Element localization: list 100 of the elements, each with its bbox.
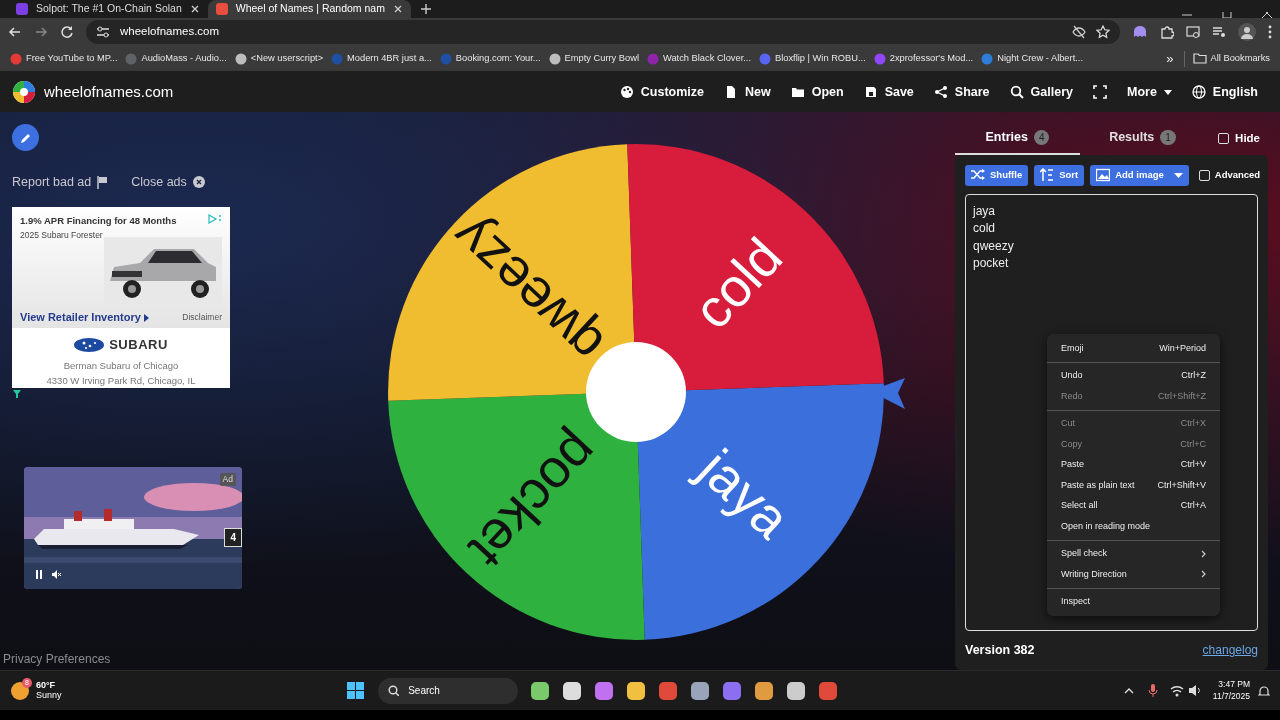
wheel-slice[interactable] [636,383,884,640]
wheel-slice[interactable] [388,144,636,401]
back-icon[interactable] [8,25,22,39]
privacy-link[interactable]: Privacy Preferences [3,650,250,668]
bookmark[interactable]: Free YouTube to MP... [6,51,122,66]
bookmark[interactable]: Bloxflip | Win ROBU... [755,51,870,66]
bookmark[interactable]: Watch Black Clover... [643,51,755,66]
address-bar[interactable]: wheelofnames.com [86,20,1120,44]
bookmark[interactable]: 2xprofessor's Mod... [869,51,978,66]
folder-icon [790,85,805,99]
search-icon [1009,85,1024,99]
close-ads-link[interactable]: Close ads [131,173,187,192]
menu-item[interactable]: Emoji Win+Period [1047,338,1220,359]
ad-banner[interactable]: 1.9% APR Financing for 48 Months 2025 Subaru Forester View Retailer Inventory Disclaimer SUBARU Berman Subaru of Chicago 4330 W Irving Park Rd, Chicago, IL [12,206,230,388]
advanced-checkbox[interactable]: Advanced [1198,168,1261,183]
site-settings-icon[interactable] [96,25,110,39]
menu-item[interactable]: Inspect [1047,591,1220,612]
mute-icon[interactable] [52,569,61,579]
palette-icon [619,85,634,99]
star-icon[interactable] [1096,25,1110,39]
kebab-menu-icon[interactable] [1268,25,1272,39]
nav-menu-button[interactable]: Gallery [999,82,1083,102]
edit-button[interactable] [12,124,39,151]
windows-icon[interactable] [347,682,365,699]
report-ad-link[interactable]: Report bad ad [12,173,92,192]
nav-menu-button[interactable]: Share [923,82,1000,102]
speaker-icon[interactable] [1188,684,1201,697]
bookmark[interactable]: Empty Curry Bowl [544,51,643,66]
sun-icon [10,680,30,701]
app-icon[interactable] [626,680,647,701]
pause-icon[interactable] [36,569,42,579]
playlist-icon[interactable] [1212,25,1226,39]
hide-checkbox[interactable]: Hide [1218,129,1260,147]
folder-icon [1192,52,1207,65]
menu-item[interactable]: Select all Ctrl+A [1047,495,1220,516]
chevron-up-icon[interactable] [1123,686,1134,695]
site-logo[interactable]: wheelofnames.com [44,80,174,104]
shuffle-icon [971,168,985,183]
ad-cta-link[interactable]: View Retailer Inventory [20,309,149,326]
app-icon[interactable] [594,680,615,701]
changelog-link[interactable]: changelog [1202,641,1258,660]
wheel-slice[interactable] [388,392,645,640]
close-circle-icon[interactable] [192,176,205,189]
bookmark[interactable]: <New userscript> [230,51,328,66]
toolbar-button[interactable]: Add image [1090,164,1189,186]
nav-menu-button[interactable]: New [713,82,781,102]
browser-tab[interactable]: Solpot: The #1 On-Chain Solan [8,0,208,18]
video-ad[interactable]: Ad 4 [24,466,242,589]
menu-item[interactable]: Writing Direction [1047,564,1220,585]
taskbar-search[interactable]: Search [378,677,519,704]
new-tab-icon[interactable] [420,4,431,14]
bookmark[interactable]: Modern 4BR just a... [327,51,436,66]
more-bookmarks-button[interactable]: » [1160,48,1180,69]
bookmark[interactable]: Booking.com: Your... [435,51,545,66]
app-icon[interactable] [562,680,583,701]
puzzle-icon[interactable] [1160,25,1174,39]
browser-tab[interactable]: Wheel of Names | Random nam [207,0,411,18]
globe-icon [1191,85,1206,99]
menu-item[interactable]: Paste Ctrl+V [1047,454,1220,475]
bookmark[interactable]: Night Crew - Albert... [977,51,1087,66]
app-icon[interactable] [786,680,807,701]
weather-condition: Sunny [36,690,62,701]
nav-menu-button[interactable]: More [1116,82,1182,102]
nav-menu-button[interactable]: Open [780,82,854,102]
avatar-icon[interactable] [1238,23,1256,41]
flag-icon [97,175,108,189]
panel-tab[interactable]: Results 1 [1080,122,1205,155]
disclaimer-link[interactable]: Disclaimer [182,311,222,324]
minimize-icon[interactable] [1182,12,1192,18]
app-icon[interactable] [690,680,711,701]
nav-menu-button[interactable]: Save [853,82,924,102]
menu-item[interactable]: Open in reading mode [1047,516,1220,537]
microphone-icon[interactable] [1147,684,1158,697]
nav-menu-button[interactable]: English [1181,82,1268,102]
wifi-icon[interactable] [1169,684,1184,697]
caret-icon [1163,89,1172,95]
pencil-icon [19,131,32,144]
eye-slash-icon[interactable] [1072,25,1086,39]
app-icon[interactable] [754,680,775,701]
menu-item[interactable]: Undo Ctrl+Z [1047,365,1220,386]
clock[interactable]: 3:47 PM 11/7/2025 [1212,679,1250,702]
menu-item[interactable]: Paste as plain text Ctrl+Shift+V [1047,475,1220,496]
ghost-icon[interactable] [1132,25,1148,39]
app-icon[interactable] [530,680,551,701]
chevron-right-icon [1201,549,1206,558]
menu-item[interactable]: Spell check [1047,543,1220,564]
toolbar-button[interactable]: Shuffle [965,164,1029,186]
toolbar-button[interactable]: Sort [1034,164,1085,186]
bookmark[interactable]: AudioMass - Audio... [121,51,231,66]
screen-search-icon[interactable] [1186,25,1200,39]
all-bookmarks-button[interactable]: All Bookmarks [1188,51,1274,66]
caret-right-icon [143,314,149,323]
wheel-slice[interactable] [627,144,884,392]
share-icon [933,85,948,99]
forward-icon[interactable] [34,25,48,39]
bell-icon[interactable] [1258,684,1270,697]
ad-subline: 2025 Subaru Forester [20,229,104,242]
nav-menu-button[interactable]: Customize [609,82,714,102]
funnel-icon [13,389,21,398]
reload-icon[interactable] [60,25,74,39]
